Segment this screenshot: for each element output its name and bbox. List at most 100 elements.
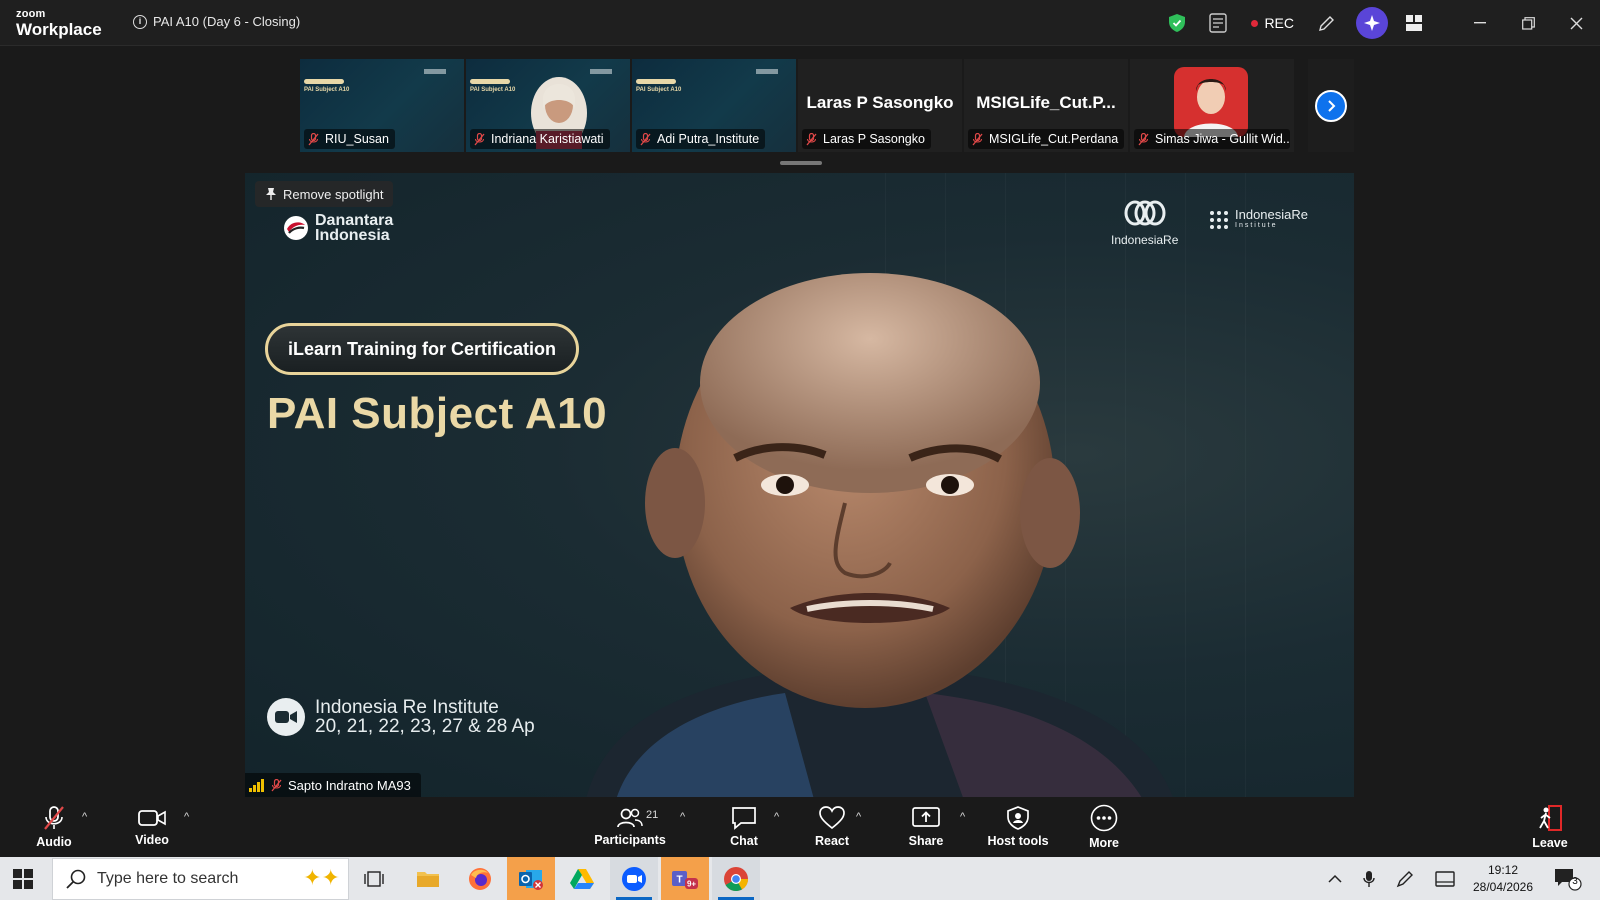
teams-app[interactable]: T 9+ bbox=[661, 857, 709, 900]
annotate-pen-icon[interactable] bbox=[1318, 14, 1336, 32]
notes-icon[interactable] bbox=[1209, 13, 1228, 33]
participant-name-tag: Indriana Karistiawati bbox=[470, 129, 610, 149]
participant-name-tag: Laras P Sasongko bbox=[802, 129, 931, 149]
video-options-caret-icon[interactable]: ^ bbox=[184, 811, 189, 823]
danantara-logo: Danantara Indonesia bbox=[283, 213, 393, 244]
participant-name: Simas Jiwa - Gullit Wid... bbox=[1155, 132, 1290, 146]
share-screen-icon bbox=[912, 807, 940, 827]
danantara-mark-icon bbox=[284, 216, 308, 240]
speaker-video-person bbox=[586, 273, 1173, 797]
participant-name-tag: RIU_Susan bbox=[304, 129, 395, 149]
audio-options-caret-icon[interactable]: ^ bbox=[82, 811, 87, 823]
camera-logo-icon bbox=[267, 698, 305, 736]
slide-preview-title: PAI Subject A10 bbox=[304, 87, 350, 93]
rec-dot-icon bbox=[1251, 19, 1259, 27]
participants-options-caret-icon[interactable]: ^ bbox=[680, 811, 685, 823]
task-view-button[interactable] bbox=[350, 857, 398, 900]
encryption-shield-icon[interactable] bbox=[1169, 14, 1186, 32]
host-tools-button[interactable]: Host tools bbox=[984, 797, 1052, 857]
firefox-app[interactable] bbox=[456, 857, 504, 900]
video-label: Video bbox=[135, 833, 169, 847]
spotlight-video: Remove spotlight Danantara Indonesia Indo… bbox=[245, 173, 1354, 797]
clock-date: 28/04/2026 bbox=[1472, 880, 1534, 894]
indonesiare-logo-text: IndonesiaRe bbox=[1111, 233, 1179, 247]
react-button[interactable]: React bbox=[812, 797, 852, 857]
participant-name-tag: MSIGLife_Cut.Perdana bbox=[968, 129, 1124, 149]
signal-strength-icon bbox=[249, 778, 264, 792]
training-pill: iLearn Training for Certification bbox=[265, 323, 580, 375]
chat-button[interactable]: Chat bbox=[724, 797, 764, 857]
chevron-right-icon bbox=[1328, 99, 1336, 112]
participant-tile[interactable]: Laras P Sasongko Laras P Sasongko bbox=[798, 59, 962, 152]
participants-label: Participants bbox=[594, 833, 666, 847]
show-hidden-icons-button[interactable] bbox=[1322, 857, 1348, 900]
leave-label: Leave bbox=[1532, 836, 1568, 850]
mic-muted-icon bbox=[308, 132, 319, 145]
close-button[interactable] bbox=[1552, 0, 1600, 46]
participant-tile[interactable]: MSIGLife_Cut.P... MSIGLife_Cut.Perdana bbox=[964, 59, 1128, 152]
leave-button[interactable]: Leave bbox=[1530, 797, 1570, 857]
meeting-info[interactable]: i PAI A10 (Day 6 - Closing) bbox=[133, 14, 300, 29]
audio-button[interactable]: Audio bbox=[34, 797, 74, 857]
zoom-app[interactable] bbox=[610, 857, 658, 900]
info-icon[interactable]: i bbox=[133, 14, 147, 29]
mic-muted-icon bbox=[1138, 132, 1149, 145]
heart-icon bbox=[819, 806, 845, 830]
taskbar-clock[interactable]: 19:12 28/04/2026 bbox=[1458, 862, 1548, 896]
logo-top-text: zoom bbox=[16, 8, 46, 20]
search-input[interactable] bbox=[97, 870, 267, 888]
participant-display-name: Laras P Sasongko bbox=[806, 93, 954, 112]
participants-button[interactable]: Participants bbox=[592, 797, 668, 857]
firefox-icon bbox=[469, 867, 491, 890]
apps-grid-icon[interactable] bbox=[1406, 15, 1422, 31]
participant-tile[interactable]: PAI Subject A10 Indriana Karistiawati bbox=[466, 59, 630, 152]
title-bar: zoom Workplace i PAI A10 (Day 6 - Closin… bbox=[0, 0, 1600, 46]
slide-preview-title: PAI Subject A10 bbox=[636, 87, 682, 93]
outlook-app[interactable] bbox=[507, 857, 555, 900]
more-button[interactable]: More bbox=[1086, 797, 1122, 857]
restore-button[interactable] bbox=[1504, 0, 1552, 46]
share-button[interactable]: Share bbox=[904, 797, 948, 857]
react-label: React bbox=[814, 834, 850, 848]
remove-spotlight-button[interactable]: Remove spotlight bbox=[255, 181, 394, 207]
strip-resize-handle[interactable] bbox=[780, 161, 822, 165]
participant-name: Laras P Sasongko bbox=[823, 132, 925, 146]
react-options-caret-icon[interactable]: ^ bbox=[856, 811, 861, 823]
clock-time: 19:12 bbox=[1487, 863, 1519, 877]
more-dots-icon bbox=[1090, 804, 1118, 832]
folder-icon bbox=[417, 871, 439, 887]
ai-companion-button[interactable] bbox=[1356, 7, 1388, 39]
participant-tile[interactable]: Simas Jiwa - Gullit Wid... bbox=[1130, 59, 1294, 152]
slide-preview: PAI Subject A10 bbox=[636, 65, 786, 105]
mic-muted-icon bbox=[271, 778, 282, 791]
zoom-workplace-logo: zoom Workplace bbox=[16, 8, 102, 39]
notifications-button[interactable]: 3 bbox=[1553, 867, 1583, 891]
chat-options-caret-icon[interactable]: ^ bbox=[774, 811, 779, 823]
svg-text:9+: 9+ bbox=[687, 879, 696, 888]
next-page-button[interactable] bbox=[1315, 89, 1347, 122]
touch-keyboard-button[interactable] bbox=[1432, 857, 1458, 900]
microphone-tray-button[interactable] bbox=[1356, 857, 1382, 900]
chrome-app[interactable] bbox=[712, 857, 760, 900]
strip-next-area bbox=[1308, 59, 1354, 152]
share-label: Share bbox=[908, 834, 944, 848]
google-drive-app[interactable] bbox=[558, 857, 606, 900]
file-explorer-app[interactable] bbox=[404, 857, 452, 900]
minimize-button[interactable] bbox=[1456, 0, 1504, 46]
participant-avatar bbox=[1174, 67, 1248, 137]
restore-icon bbox=[1521, 16, 1535, 30]
institute-banner: Indonesia Re Institute 20, 21, 22, 23, 2… bbox=[267, 698, 535, 736]
participant-tile[interactable]: PAI Subject A10 Adi Putra_Institute bbox=[632, 59, 796, 152]
taskbar-search[interactable]: ✦✦ bbox=[52, 858, 349, 900]
recording-indicator[interactable]: REC bbox=[1251, 15, 1294, 31]
speaker-name: Sapto Indratno MA93 bbox=[288, 777, 411, 793]
host-shield-icon bbox=[1007, 806, 1029, 830]
participant-tile[interactable]: PAI Subject A10 RIU_Susan bbox=[300, 59, 464, 152]
participant-name: MSIGLife_Cut.Perdana bbox=[989, 132, 1119, 146]
windows-start-icon[interactable] bbox=[13, 869, 33, 889]
more-label: More bbox=[1089, 836, 1119, 850]
audio-label: Audio bbox=[36, 835, 72, 849]
pen-tray-button[interactable] bbox=[1392, 857, 1418, 900]
video-button[interactable]: Video bbox=[130, 797, 174, 857]
share-options-caret-icon[interactable]: ^ bbox=[960, 811, 965, 823]
